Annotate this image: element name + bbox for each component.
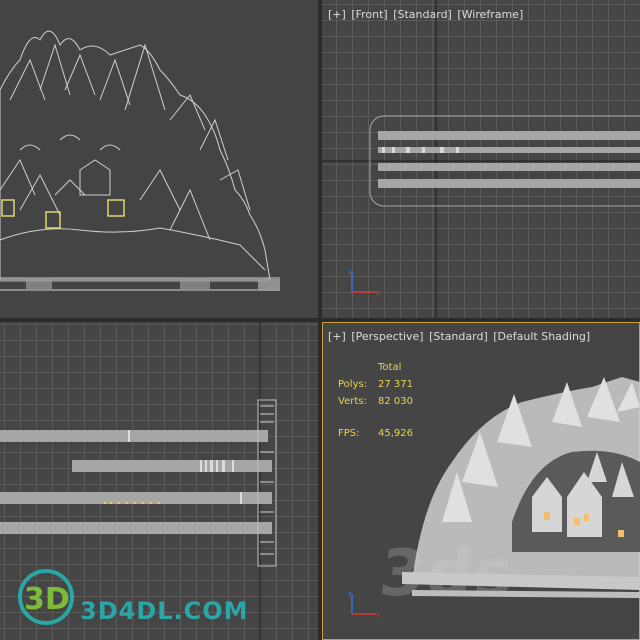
logo-text: 3D4DL.COM (80, 597, 249, 625)
svg-text:z: z (348, 268, 352, 276)
viewport-perspective[interactable]: [+] [Perspective] [Standard] [Default Sh… (322, 322, 640, 640)
svg-text:x: x (376, 611, 380, 618)
wireframe-scene (0, 30, 280, 291)
svg-text:z: z (348, 590, 352, 598)
logo-mark: 3D (24, 582, 70, 617)
svg-text:x: x (376, 289, 380, 296)
axis-gizmo-icon: z x (348, 590, 380, 618)
axis-gizmo-icon: z x (348, 268, 380, 296)
viewport-top-left[interactable] (0, 0, 318, 318)
viewport-front[interactable]: [+] [Front] [Standard] [Wireframe] z x (322, 0, 640, 318)
